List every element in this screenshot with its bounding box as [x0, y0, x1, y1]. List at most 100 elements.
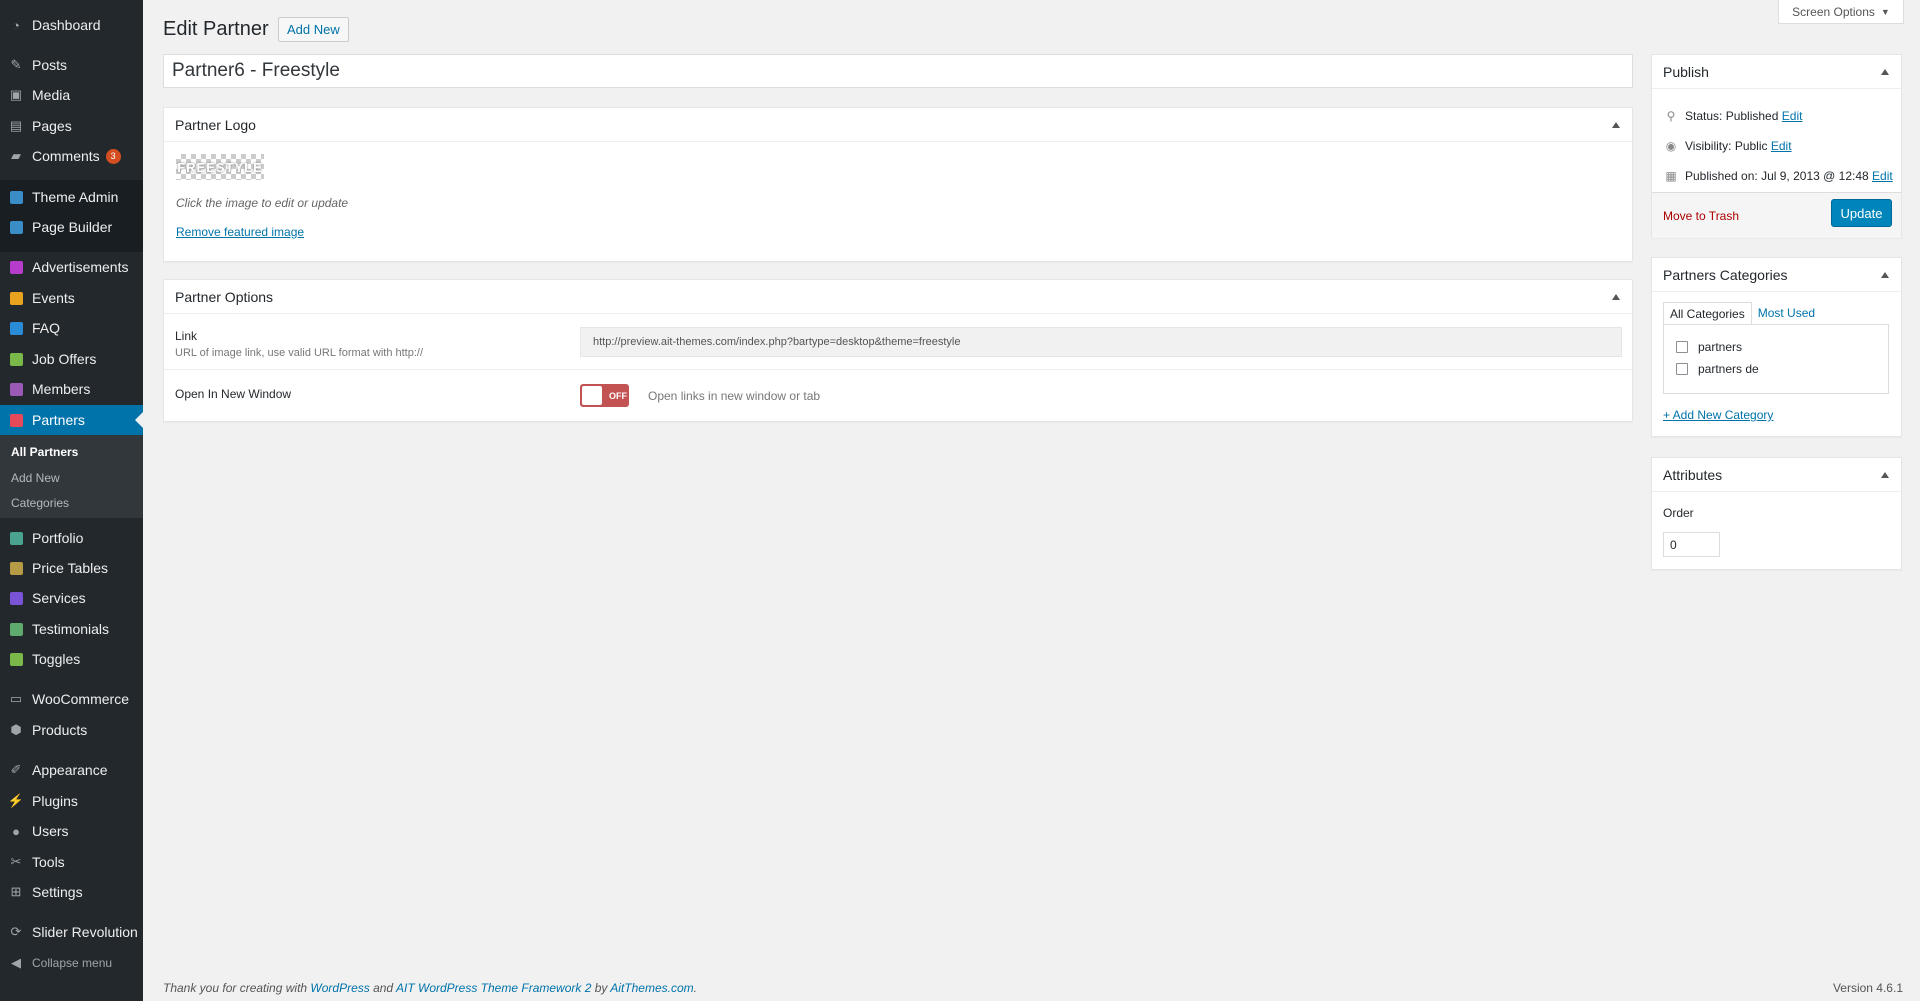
publish-box: Publish ⚲ Status: Published Edit ◉ Visib… [1651, 54, 1902, 238]
testimonials-icon [8, 621, 24, 637]
post-title-input[interactable]: Partner6 - Freestyle [163, 54, 1633, 88]
category-checkbox[interactable] [1676, 341, 1688, 353]
sidebar-item-woocommerce[interactable]: ▭ WooCommerce [0, 684, 143, 714]
footer-period: . [693, 981, 697, 995]
sidebar-item-job-offers[interactable]: Job Offers [0, 344, 143, 374]
publish-header[interactable]: Publish [1652, 55, 1901, 89]
partner-options-box: Partner Options Link URL of image link, … [163, 279, 1633, 422]
sidebar-item-label: Settings [32, 884, 83, 900]
new-window-label: Open In New Window [175, 387, 292, 401]
sidebar-item-label: Plugins [32, 793, 78, 809]
visibility-value: Public [1734, 139, 1768, 153]
category-tabs: All Categories Most Used [1663, 302, 1821, 326]
collapse-arrow-icon[interactable] [1612, 294, 1620, 300]
categories-header[interactable]: Partners Categories [1652, 258, 1901, 292]
category-label: partners de [1698, 362, 1759, 376]
pages-icon: ▤ [9, 118, 23, 133]
partner-options-header[interactable]: Partner Options [164, 280, 1632, 314]
faq-icon [8, 320, 24, 336]
sidebar-item-portfolio[interactable]: Portfolio [0, 523, 143, 553]
sidebar-item-services[interactable]: Services [0, 583, 143, 613]
sidebar-item-label: Partners [32, 412, 85, 428]
link-url-input[interactable]: http://preview.ait-themes.com/index.php?… [580, 327, 1622, 357]
sidebar-item-label: Media [32, 87, 71, 103]
sidebar-item-label: Services [32, 590, 86, 606]
media-icon: ▣ [9, 87, 23, 102]
advertisements-icon [8, 259, 24, 275]
sidebar-item-label: Slider Revolution [32, 924, 138, 940]
sidebar-item-toggles[interactable]: Toggles [0, 644, 143, 674]
aitthemes-link[interactable]: AitThemes.com [610, 981, 693, 995]
sidebar-item-products[interactable]: ⬢ Products [0, 715, 143, 745]
sidebar-item-settings[interactable]: ⊞ Settings [0, 877, 143, 907]
visibility-label: Visibility: [1685, 139, 1732, 153]
settings-icon: ⊞ [10, 884, 22, 899]
ait-framework-link[interactable]: AIT WordPress Theme Framework 2 [396, 981, 591, 995]
move-to-trash-link[interactable]: Move to Trash [1663, 209, 1739, 223]
sidebar-item-label: Advertisements [32, 259, 129, 275]
submenu-all-partners[interactable]: All Partners [11, 445, 78, 459]
wordpress-link[interactable]: WordPress [310, 981, 369, 995]
sidebar-item-posts[interactable]: ✎ Posts [0, 50, 143, 80]
update-button[interactable]: Update [1831, 199, 1892, 227]
products-icon: ⬢ [10, 722, 22, 737]
sidebar-item-members[interactable]: Members [0, 374, 143, 404]
edit-status-link[interactable]: Edit [1782, 109, 1803, 123]
tab-most-used[interactable]: Most Used [1752, 302, 1821, 326]
sidebar-item-slider-revolution[interactable]: ⟳ Slider Revolution [0, 917, 143, 947]
published-label: Published on: [1685, 169, 1758, 183]
sidebar-item-price-tables[interactable]: Price Tables [0, 553, 143, 583]
footer-version: Version 4.6.1 [1832, 981, 1903, 995]
sidebar-item-events[interactable]: Events [0, 283, 143, 313]
sidebar-item-testimonials[interactable]: Testimonials [0, 614, 143, 644]
tab-all-categories[interactable]: All Categories [1663, 302, 1752, 326]
sidebar-item-faq[interactable]: FAQ [0, 313, 143, 343]
sidebar-item-label: Comments [32, 148, 100, 164]
sidebar-item-plugins[interactable]: ⚡ Plugins [0, 786, 143, 816]
services-icon [8, 590, 24, 606]
remove-featured-image-link[interactable]: Remove featured image [176, 225, 304, 239]
sidebar-item-label: Price Tables [32, 560, 109, 576]
collapse-arrow-icon[interactable] [1881, 69, 1889, 75]
sidebar-item-label: WooCommerce [32, 691, 129, 707]
add-new-button[interactable]: Add New [278, 17, 349, 42]
collapse-arrow-icon[interactable] [1881, 472, 1889, 478]
collapse-menu-button[interactable]: ◀ Collapse menu [0, 948, 143, 978]
toggle-state-text: OFF [609, 390, 627, 401]
sidebar-item-label: Testimonials [32, 621, 110, 637]
attributes-box: Attributes Order 0 [1651, 457, 1902, 570]
sidebar-item-page-builder[interactable]: Page Builder [0, 212, 143, 242]
sidebar-item-partners[interactable]: Partners [0, 405, 143, 435]
order-input[interactable]: 0 [1663, 532, 1720, 557]
status-value: Published [1725, 109, 1779, 123]
submenu-add-new[interactable]: Add New [11, 471, 60, 485]
add-new-category-link[interactable]: + Add New Category [1663, 408, 1773, 422]
edit-visibility-link[interactable]: Edit [1771, 139, 1792, 153]
published-value: Jul 9, 2013 @ 12:48 [1761, 169, 1869, 183]
sidebar-item-dashboard[interactable]: ◔ Dashboard [0, 10, 143, 40]
category-item[interactable]: partners de [1676, 362, 1759, 376]
sidebar-item-label: Toggles [32, 651, 81, 667]
category-checkbox[interactable] [1676, 363, 1688, 375]
sidebar-item-advertisements[interactable]: Advertisements [0, 252, 143, 282]
collapse-arrow-icon[interactable] [1881, 272, 1889, 278]
new-window-description: Open links in new window or tab [648, 389, 821, 403]
edit-date-link[interactable]: Edit [1872, 169, 1893, 183]
new-window-toggle[interactable]: OFF [580, 384, 629, 407]
sidebar-item-appearance[interactable]: ✐ Appearance [0, 755, 143, 785]
screen-options-button[interactable]: Screen Options ▼ [1778, 0, 1904, 24]
sidebar-item-media[interactable]: ▣ Media [0, 80, 143, 110]
submenu-categories[interactable]: Categories [11, 496, 69, 510]
sidebar-item-pages[interactable]: ▤ Pages [0, 111, 143, 141]
partner-logo-image[interactable]: FREESTYLE [176, 154, 264, 180]
attributes-header[interactable]: Attributes [1652, 458, 1901, 492]
brush-icon: ✐ [10, 762, 22, 777]
sidebar-item-users[interactable]: ● Users [0, 816, 143, 846]
category-item[interactable]: partners [1676, 340, 1742, 354]
wrench-icon: ✂ [10, 854, 22, 869]
sidebar-item-tools[interactable]: ✂ Tools [0, 847, 143, 877]
partner-logo-header[interactable]: Partner Logo [164, 108, 1632, 142]
sidebar-item-comments[interactable]: ▰ Comments 3 [0, 141, 143, 171]
sidebar-item-theme-admin[interactable]: Theme Admin [0, 182, 143, 212]
collapse-arrow-icon[interactable] [1612, 122, 1620, 128]
